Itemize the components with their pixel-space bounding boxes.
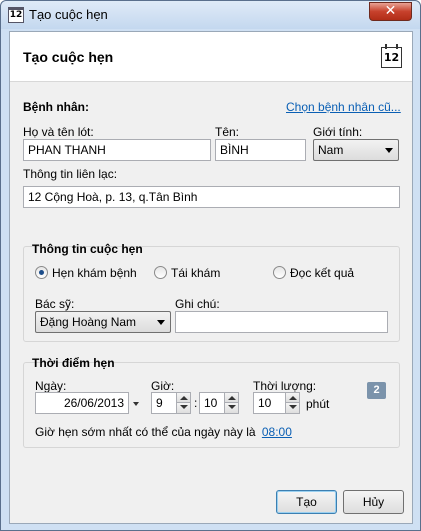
doctor-select[interactable]: Đặng Hoàng Nam bbox=[35, 311, 171, 333]
hour-up-icon[interactable] bbox=[176, 393, 190, 403]
cancel-button[interactable]: Hủy bbox=[343, 490, 404, 514]
hour-down-icon[interactable] bbox=[176, 403, 190, 413]
gender-label: Giới tính: bbox=[313, 125, 363, 139]
name-label: Tên: bbox=[215, 125, 240, 139]
date-dropdown-icon[interactable] bbox=[133, 402, 139, 406]
appointment-info-title: Thông tin cuộc hẹn bbox=[32, 242, 143, 256]
earliest-time-label: Giờ hẹn sớm nhất có thể của ngày này là bbox=[35, 425, 256, 439]
window-title: Tạo cuộc hẹn bbox=[29, 7, 108, 22]
minute-up-icon[interactable] bbox=[224, 393, 238, 403]
choose-existing-patient-link[interactable]: Chọn bệnh nhân cũ... bbox=[286, 100, 401, 114]
title-bar[interactable]: 12 Tạo cuộc hẹn ✕ bbox=[1, 1, 420, 29]
radio-new-visit-label[interactable]: Hẹn khám bệnh bbox=[52, 266, 137, 280]
patient-section-label: Bệnh nhân: bbox=[23, 100, 89, 114]
radio-read-results[interactable] bbox=[273, 266, 286, 279]
chevron-down-icon bbox=[157, 320, 165, 325]
surname-label: Họ và tên lót: bbox=[23, 125, 94, 139]
note-label: Ghi chú: bbox=[175, 297, 220, 311]
earliest-time-text: Giờ hẹn sớm nhất có thể của ngày này là … bbox=[35, 425, 292, 439]
calendar-icon: 12 bbox=[381, 44, 402, 68]
hour-label: Giờ: bbox=[151, 379, 175, 393]
chevron-down-icon bbox=[385, 148, 393, 153]
radio-follow-up-label[interactable]: Tái khám bbox=[171, 266, 220, 280]
dialog-header: Tạo cuộc hẹn 12 bbox=[10, 32, 412, 82]
radio-new-visit[interactable] bbox=[35, 266, 48, 279]
duration-stepper[interactable]: 10 bbox=[253, 392, 300, 414]
contact-label: Thông tin liên lạc: bbox=[23, 167, 118, 181]
appointment-time-title: Thời điểm hẹn bbox=[32, 356, 115, 370]
time-separator: : bbox=[194, 396, 198, 410]
contact-input[interactable]: 12 Cộng Hoà, p. 13, q.Tân Bình bbox=[23, 186, 400, 208]
doctor-label: Bác sỹ: bbox=[35, 297, 75, 311]
hour-stepper[interactable]: 9 bbox=[151, 392, 191, 414]
earliest-time-link[interactable]: 08:00 bbox=[262, 425, 292, 439]
date-input[interactable]: 26/06/2013 bbox=[35, 392, 129, 414]
name-input[interactable]: BÌNH bbox=[215, 139, 306, 161]
doctor-select-value: Đặng Hoàng Nam bbox=[40, 315, 137, 329]
minute-down-icon[interactable] bbox=[224, 403, 238, 413]
date-label: Ngày: bbox=[35, 379, 67, 393]
count-badge: 2 bbox=[367, 382, 386, 399]
duration-down-icon[interactable] bbox=[285, 403, 299, 413]
gender-select[interactable]: Nam bbox=[313, 139, 399, 161]
close-button[interactable]: ✕ bbox=[369, 2, 412, 21]
duration-label: Thời lượng: bbox=[253, 379, 317, 393]
minute-value: 10 bbox=[204, 396, 218, 410]
duration-unit: phút bbox=[306, 397, 330, 411]
create-button[interactable]: Tạo bbox=[276, 490, 337, 514]
page-title: Tạo cuộc hẹn bbox=[23, 49, 114, 65]
duration-value: 10 bbox=[258, 396, 272, 410]
surname-input[interactable]: PHAN THANH bbox=[23, 139, 211, 161]
radio-read-results-label[interactable]: Đọc kết quả bbox=[290, 266, 354, 280]
note-input[interactable] bbox=[175, 311, 388, 333]
minute-stepper[interactable]: 10 bbox=[199, 392, 239, 414]
hour-value: 9 bbox=[156, 396, 163, 410]
calendar-app-icon: 12 bbox=[8, 7, 24, 23]
dialog-window: 12 Tạo cuộc hẹn ✕ Tạo cuộc hẹn 12 Bệnh n… bbox=[0, 0, 421, 531]
radio-follow-up[interactable] bbox=[154, 266, 167, 279]
duration-up-icon[interactable] bbox=[285, 393, 299, 403]
gender-select-value: Nam bbox=[318, 143, 344, 157]
dialog-client: Tạo cuộc hẹn 12 Bệnh nhân: Chọn bệnh nhâ… bbox=[9, 31, 413, 524]
